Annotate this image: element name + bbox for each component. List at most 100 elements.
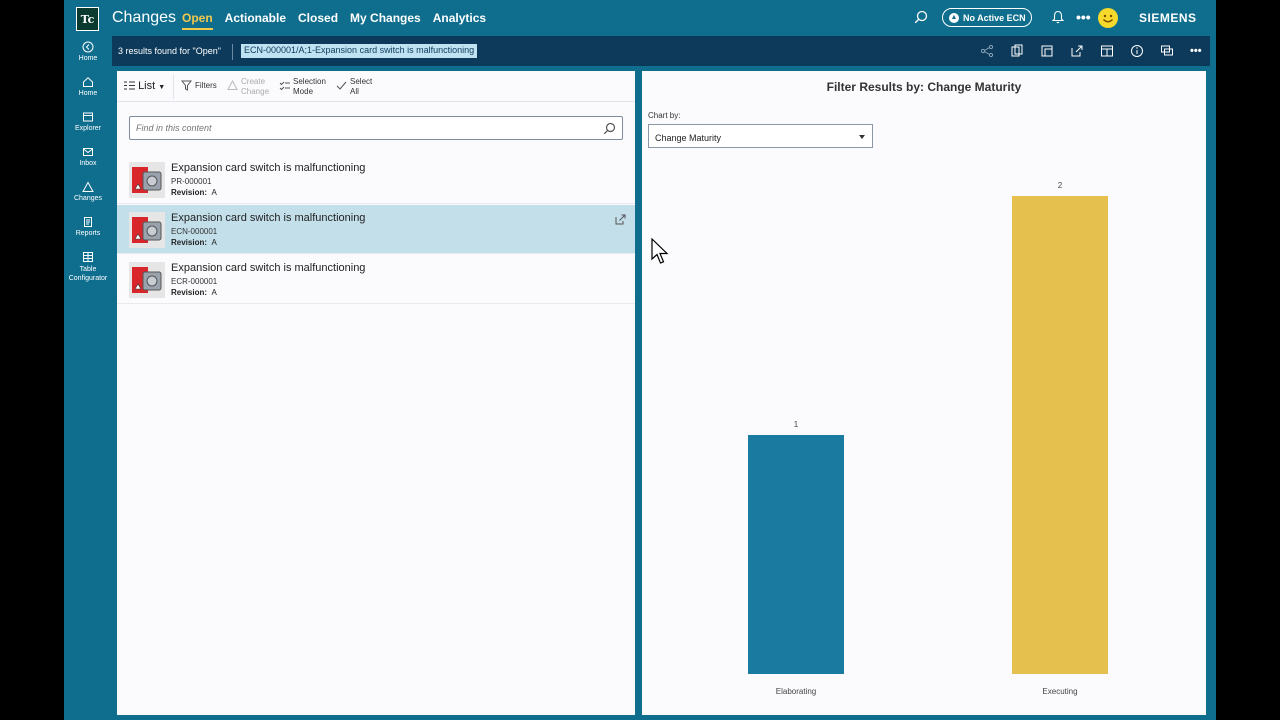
search-icon[interactable]	[914, 10, 928, 29]
tab-closed[interactable]: Closed	[298, 11, 338, 30]
rail-item-label: Changes	[73, 195, 103, 202]
rail-item-label: Reports	[75, 230, 101, 237]
share-icon[interactable]	[1070, 44, 1084, 58]
info-icon[interactable]	[1130, 44, 1144, 58]
ecn-status-icon: ▲	[949, 12, 959, 23]
item-name: Expansion card switch is malfunctioning	[171, 212, 366, 224]
change-maturity-bar-chart: 1 Elaborating 2 Executing	[748, 181, 1108, 696]
selected-object-chip[interactable]: ECN-000001/A;1-Expansion card switch is …	[241, 44, 478, 58]
active-ecn-indicator[interactable]: ▲ No Active ECN	[942, 8, 1032, 27]
tab-my-changes[interactable]: My Changes	[350, 11, 421, 30]
create-change-label: Create	[241, 77, 266, 86]
change-item-thumbnail	[129, 262, 165, 298]
view-mode-label: List	[138, 80, 156, 92]
filters-button[interactable]: Filters	[181, 80, 217, 91]
list-item[interactable]: Expansion card switch is malfunctioning …	[117, 255, 635, 304]
user-avatar[interactable]	[1098, 8, 1118, 28]
create-change-button[interactable]: Create Change	[227, 77, 269, 97]
home-icon	[83, 77, 93, 87]
bell-icon[interactable]	[1051, 10, 1065, 29]
chart-panel-title: Filter Results by: Change Maturity	[826, 80, 1022, 94]
list-item-selected[interactable]: Expansion card switch is malfunctioning …	[117, 205, 635, 254]
select-all-button[interactable]: Select All	[336, 77, 372, 97]
item-revision: Revision: A	[171, 238, 217, 247]
left-rail: Home Home Explorer Inbox Changes Reports…	[64, 36, 112, 720]
data-label: 2	[1058, 181, 1063, 190]
view-mode-dropdown[interactable]: List ▼	[124, 80, 165, 92]
rail-item-home-back[interactable]: Home	[64, 41, 112, 62]
item-id: ECR-000001	[171, 277, 218, 286]
explorer-icon	[83, 112, 93, 122]
caret-down-icon	[859, 135, 865, 139]
layout-icon[interactable]	[1100, 44, 1114, 58]
inbox-icon	[83, 148, 93, 156]
mouse-cursor-icon	[651, 238, 669, 264]
ecn-status-label: No Active ECN	[963, 12, 1026, 23]
teamcenter-logo[interactable]: Tc	[76, 7, 99, 31]
rail-item-label: Table Configurator	[68, 266, 108, 282]
chart-by-select[interactable]: Change Maturity	[648, 124, 873, 148]
rail-item-explorer[interactable]: Explorer	[64, 111, 112, 132]
find-in-content-field[interactable]	[129, 116, 623, 140]
rail-item-label: Inbox	[79, 160, 97, 167]
revision-value: A	[211, 238, 217, 247]
change-item-thumbnail	[129, 162, 165, 198]
search-icon[interactable]	[603, 122, 616, 140]
paste-icon[interactable]	[1040, 44, 1054, 58]
nav-tabs: Open Actionable Closed My Changes Analyt…	[182, 11, 498, 30]
selection-mode-label: Selection	[293, 77, 326, 86]
tab-actionable[interactable]: Actionable	[225, 11, 286, 30]
revision-value: A	[211, 288, 217, 297]
tab-analytics[interactable]: Analytics	[433, 11, 486, 30]
rail-item-table-configurator[interactable]: Table Configurator	[64, 251, 112, 283]
back-home-icon	[82, 41, 94, 53]
rail-item-changes[interactable]: Changes	[64, 181, 112, 202]
selection-mode-button[interactable]: Selection Mode	[279, 77, 326, 97]
filter-icon	[181, 80, 192, 91]
chart-panel: Filter Results by: Change Maturity Chart…	[642, 71, 1206, 715]
item-id: PR-000001	[171, 177, 212, 186]
chart-by-label: Chart by:	[648, 111, 681, 120]
revision-label: Revision:	[171, 238, 208, 247]
more-options-icon[interactable]: •••	[1190, 44, 1204, 58]
item-name: Expansion card switch is malfunctioning	[171, 162, 366, 174]
item-revision: Revision: A	[171, 188, 217, 197]
rail-item-reports[interactable]: Reports	[64, 216, 112, 237]
revision-label: Revision:	[171, 288, 208, 297]
list-icon	[124, 81, 135, 90]
more-icon[interactable]: •••	[1076, 9, 1091, 25]
list-toolbar: List ▼ Filters Create Change Selection M…	[117, 71, 635, 102]
rail-item-inbox[interactable]: Inbox	[64, 146, 112, 167]
changes-icon	[82, 181, 94, 192]
change-item-thumbnail	[129, 212, 165, 248]
chevron-down-icon: ▼	[158, 84, 166, 91]
open-in-new-icon[interactable]	[614, 213, 627, 231]
data-label: 1	[794, 420, 799, 429]
divider	[173, 75, 174, 99]
revision-label: Revision:	[171, 188, 208, 197]
top-bar: Tc Changes Open Actionable Closed My Cha…	[64, 0, 1216, 36]
selection-mode-icon	[279, 81, 290, 91]
tab-open[interactable]: Open	[182, 11, 213, 30]
checkmark-icon	[336, 81, 347, 90]
selection-mode-label-2: Mode	[293, 87, 314, 96]
create-change-label-2: Change	[241, 87, 270, 96]
workflow-icon[interactable]	[980, 44, 994, 58]
item-revision: Revision: A	[171, 288, 217, 297]
table-icon	[83, 252, 93, 262]
rail-item-home[interactable]: Home	[64, 76, 112, 97]
bar-executing[interactable]	[1012, 196, 1108, 674]
copy-icon[interactable]	[1010, 44, 1024, 58]
app-title: Changes	[112, 9, 177, 26]
bar-elaborating[interactable]	[748, 435, 844, 674]
list-item[interactable]: Expansion card switch is malfunctioning …	[117, 155, 635, 204]
filters-label: Filters	[195, 81, 217, 90]
results-panel: List ▼ Filters Create Change Selection M…	[117, 71, 635, 715]
search-input[interactable]	[130, 117, 580, 139]
revision-value: A	[211, 188, 217, 197]
chat-icon[interactable]	[1160, 44, 1174, 58]
rail-item-label: Home	[78, 55, 98, 62]
siemens-logo: SIEMENS	[1139, 11, 1197, 25]
create-change-icon	[227, 80, 238, 90]
chart-by-value: Change Maturity	[655, 133, 722, 143]
